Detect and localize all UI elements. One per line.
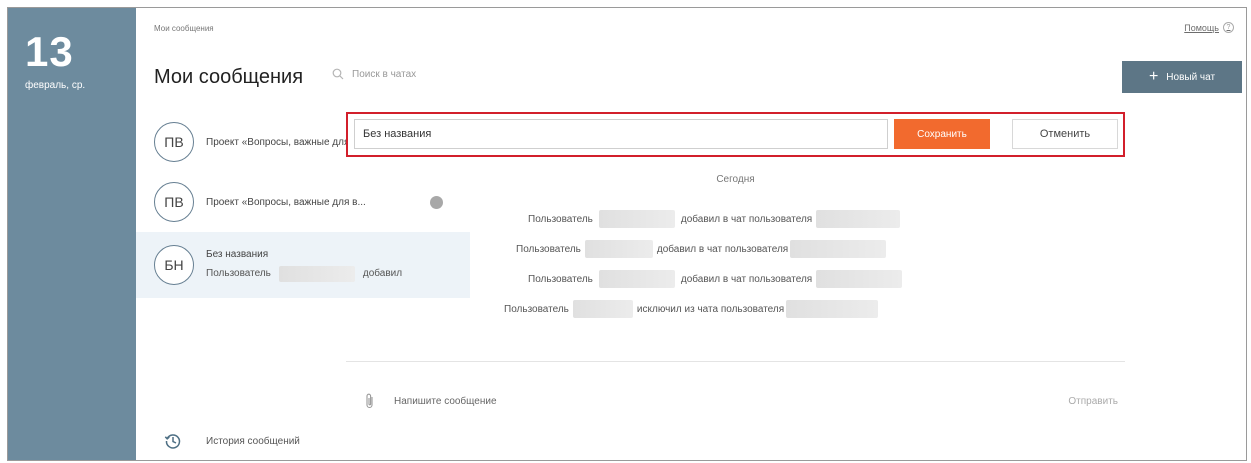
- message-history-link[interactable]: История сообщений: [164, 432, 300, 450]
- chat-title: Проект «Вопросы, важные для в...: [206, 196, 366, 208]
- redacted-name: [572, 300, 633, 318]
- date-day: 13: [25, 28, 74, 75]
- question-icon: ?: [1223, 22, 1234, 33]
- rename-chat-bar: Сохранить Отменить: [346, 112, 1125, 157]
- message-prefix: Пользователь: [528, 273, 593, 285]
- save-button[interactable]: Сохранить: [894, 119, 990, 149]
- avatar: ПВ: [154, 122, 194, 162]
- avatar: ПВ: [154, 182, 194, 222]
- message-action: добавил в чат пользователя: [680, 213, 813, 225]
- redacted-name: [786, 300, 879, 318]
- redacted-name: [584, 240, 653, 258]
- plus-icon: +: [1148, 68, 1159, 85]
- message-prefix: Пользователь: [504, 303, 569, 315]
- send-button[interactable]: Отправить: [1068, 396, 1118, 407]
- system-message: Пользователь исключил из чата пользовате…: [504, 300, 879, 318]
- chat-search[interactable]: Поиск в чатах: [332, 68, 416, 80]
- new-chat-label: Новый чат: [1166, 71, 1216, 83]
- paperclip-icon[interactable]: [364, 392, 376, 410]
- history-label: История сообщений: [206, 435, 300, 447]
- app-window: 13 февраль, ср. Мои сообщения Помощь ? М…: [7, 7, 1247, 461]
- chat-title: Проект «Вопросы, важные для в...: [206, 136, 366, 148]
- message-action: добавил в чат пользователя: [680, 273, 813, 285]
- message-action: исключил из чата пользователя: [636, 303, 785, 315]
- breadcrumb[interactable]: Мои сообщения: [154, 24, 214, 33]
- system-message: Пользователь добавил в чат пользователя: [528, 210, 901, 228]
- composer-divider: [346, 361, 1125, 362]
- redacted-name: [816, 270, 903, 288]
- chat-name-input[interactable]: [354, 119, 888, 149]
- redacted-name: [278, 265, 355, 282]
- message-action: добавил в чат пользователя: [656, 243, 789, 255]
- history-icon: [164, 434, 181, 449]
- system-message: Пользователь добавил в чат пользователя: [528, 270, 903, 288]
- message-area: Сегодня Пользователь добавил в чат польз…: [346, 162, 1125, 362]
- cancel-button[interactable]: Отменить: [1012, 119, 1118, 149]
- message-prefix: Пользователь: [528, 213, 593, 225]
- help-link[interactable]: Помощь ?: [1184, 22, 1234, 33]
- redacted-name: [790, 240, 887, 258]
- redacted-name: [598, 270, 675, 288]
- preview-prefix: Пользователь: [206, 268, 271, 279]
- message-composer: Напишите сообщение Отправить: [346, 392, 1118, 410]
- redacted-name: [598, 210, 675, 228]
- day-separator: Сегодня: [716, 174, 755, 185]
- avatar: БН: [154, 245, 194, 285]
- search-input[interactable]: Поиск в чатах: [352, 69, 416, 80]
- new-chat-button[interactable]: + Новый чат: [1122, 61, 1242, 93]
- message-input[interactable]: Напишите сообщение: [394, 396, 1068, 407]
- message-prefix: Пользователь: [516, 243, 581, 255]
- help-label: Помощь: [1184, 22, 1219, 33]
- search-icon: [332, 68, 344, 80]
- page-title: Мои сообщения: [154, 66, 304, 88]
- date-sidebar: 13 февраль, ср.: [8, 8, 136, 460]
- date-subtitle: февраль, ср.: [25, 80, 86, 91]
- system-message: Пользователь добавил в чат пользователя: [516, 240, 887, 258]
- redacted-name: [816, 210, 901, 228]
